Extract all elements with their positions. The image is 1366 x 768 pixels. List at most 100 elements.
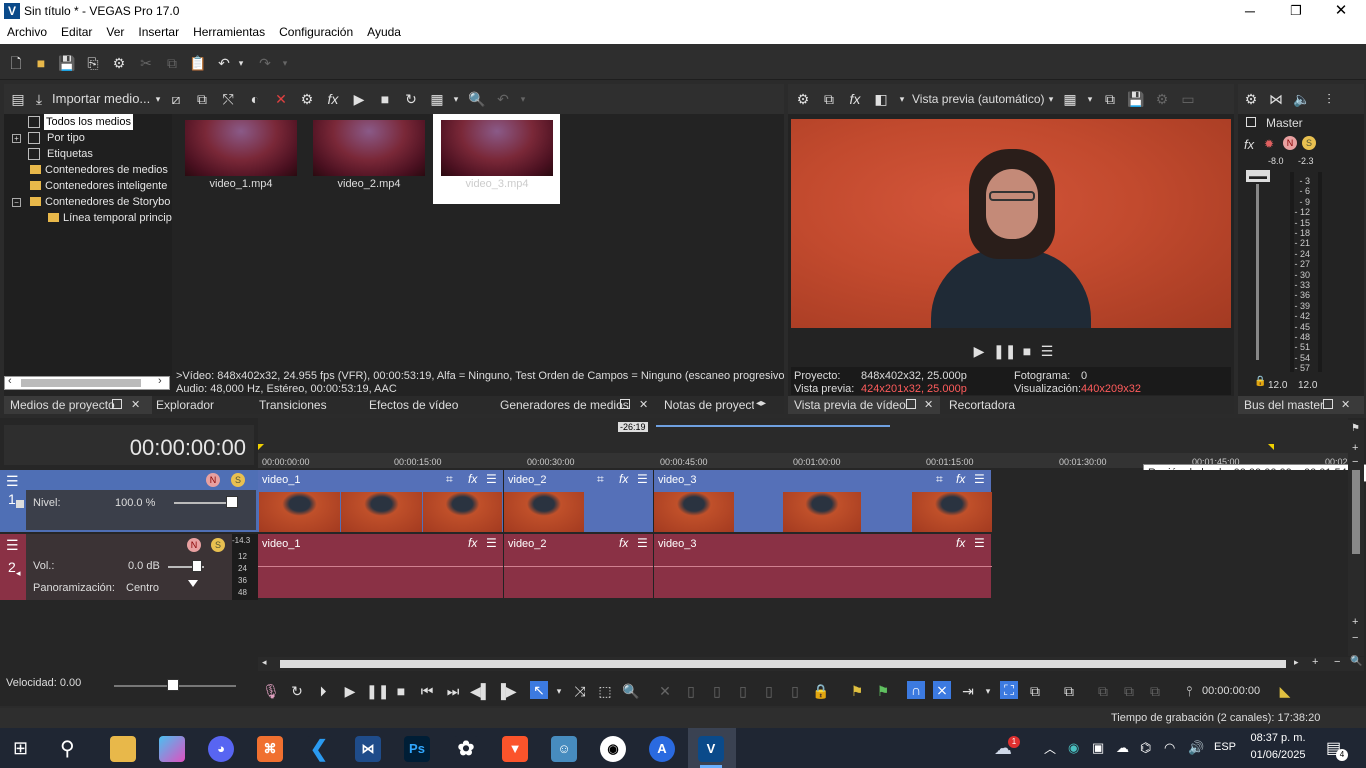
audio-clip-1[interactable]: video_1 fx ☰ — [258, 534, 503, 598]
overlays-icon[interactable]: ▦ — [1061, 90, 1079, 108]
ripple-dropdown-icon[interactable]: ▾ — [979, 682, 997, 700]
vscode-icon[interactable]: ❮ — [306, 736, 332, 762]
crop-icon[interactable]: ⌗ — [446, 472, 453, 487]
ripple-icon[interactable]: ⇥ — [959, 682, 977, 700]
onedrive-icon[interactable]: ☁ — [1116, 740, 1129, 756]
menu-archivo[interactable]: Archivo — [0, 22, 54, 39]
preview-external-icon[interactable]: ▭ — [1179, 90, 1197, 108]
copilot-icon[interactable] — [159, 736, 185, 762]
thumbnail-video-3[interactable] — [441, 120, 553, 176]
get-media-icon[interactable]: ⧉ — [193, 90, 211, 108]
track-solo-icon[interactable]: S — [231, 473, 245, 487]
tab-close-icon[interactable]: ✕ — [924, 398, 933, 411]
thumbnail-video-1[interactable] — [185, 120, 297, 176]
trim-icon[interactable]: ▯ — [682, 682, 700, 700]
properties-icon[interactable]: ⚙ — [298, 90, 316, 108]
cursor-icon[interactable]: ⫯ — [1180, 682, 1198, 700]
track-menu-icon[interactable]: ☰ — [6, 473, 19, 490]
marker-flag-icon[interactable]: ⚑ — [1351, 423, 1360, 434]
quality-dropdown-icon[interactable]: ▾ — [1042, 90, 1060, 108]
snapping-icon[interactable]: ∩ — [907, 681, 925, 699]
file-explorer-icon[interactable] — [110, 736, 136, 762]
zoom-tool-icon[interactable]: 🔍 — [1350, 656, 1362, 667]
menu-ayuda[interactable]: Ayuda — [360, 22, 408, 39]
auto-preview-icon[interactable]: ↻ — [402, 90, 420, 108]
app-icon[interactable]: A — [649, 736, 675, 762]
hscroll-thumb[interactable] — [280, 660, 1286, 668]
master-solo-icon[interactable]: S — [1302, 136, 1316, 150]
save-snapshot-icon[interactable]: 💾 — [1127, 90, 1145, 108]
video-clip-1[interactable]: video_1 ⌗ fx ☰ — [258, 470, 503, 532]
clip-menu-icon[interactable]: ☰ — [486, 472, 497, 486]
tab-maximize-icon[interactable] — [1323, 399, 1333, 409]
zoom-tool-icon[interactable]: 🔍 — [622, 682, 640, 700]
tab-scroll-icon[interactable]: ◂▸ — [756, 398, 766, 409]
level-slider-thumb[interactable] — [226, 496, 238, 508]
preview-device-icon[interactable]: ⧉ — [820, 90, 838, 108]
minimize-icon[interactable]: ─ — [1242, 0, 1258, 22]
vol-slider-thumb[interactable] — [192, 560, 202, 572]
edit-tool-dropdown-icon[interactable]: ▾ — [550, 682, 568, 700]
brave-icon[interactable]: ▼ — [502, 736, 528, 762]
master-lock-icon[interactable]: 🔒 — [1254, 376, 1266, 387]
windows-start-icon[interactable]: ⊞ — [13, 738, 33, 758]
tab-transitions[interactable]: Transiciones — [253, 396, 327, 414]
preview-settings-icon[interactable]: ⚙ — [794, 90, 812, 108]
event-pan-icon[interactable]: ⧉ — [1094, 682, 1112, 700]
undo-dropdown-icon[interactable]: ▾ — [232, 54, 250, 72]
godot-icon[interactable]: ☺ — [551, 736, 577, 762]
tab-maximize-icon[interactable] — [620, 399, 630, 409]
photoshop-icon[interactable]: Ps — [404, 736, 430, 762]
preview-play-icon[interactable]: ▶ — [350, 90, 368, 108]
copy-snapshot-icon[interactable]: ⧉ — [1101, 90, 1119, 108]
tab-maximize-icon[interactable] — [906, 399, 916, 409]
chatgpt-icon[interactable]: ✿ — [453, 736, 479, 762]
tab-maximize-icon[interactable] — [112, 399, 122, 409]
loop-region-bar[interactable] — [656, 425, 890, 427]
redo-dropdown-icon[interactable]: ▾ — [276, 54, 294, 72]
mixer-icon[interactable]: ⫶ — [1320, 90, 1338, 108]
language-indicator[interactable]: ESP — [1214, 741, 1236, 753]
scroll-right-icon[interactable]: › — [158, 375, 162, 387]
paste-icon[interactable]: 📋 — [189, 54, 207, 72]
tray-usb-icon[interactable]: ⌬ — [1140, 740, 1151, 756]
xampp-icon[interactable]: ⌘ — [257, 736, 283, 762]
tray-app-icon[interactable]: ◉ — [1068, 740, 1079, 756]
tree-item-smart-bins[interactable]: Contenedores inteligente — [30, 178, 167, 194]
overlays-dropdown-icon[interactable]: ▾ — [1081, 90, 1099, 108]
thumbnail-video-2[interactable] — [313, 120, 425, 176]
github-icon[interactable]: ◉ — [600, 736, 626, 762]
preview-menu-icon[interactable]: ☰ — [1038, 342, 1056, 360]
record-icon[interactable]: 🎙 — [262, 682, 280, 700]
event-crop-icon[interactable]: ⧉ — [1146, 682, 1164, 700]
import-media-icon[interactable]: ⤓ — [30, 90, 48, 108]
preview-stop-icon[interactable]: ■ — [376, 90, 394, 108]
vscroll-thumb[interactable] — [1352, 470, 1360, 554]
expand-icon[interactable]: + — [12, 134, 21, 143]
split-dropdown-icon[interactable]: ▾ — [893, 90, 911, 108]
clip-menu-icon[interactable]: ☰ — [637, 472, 648, 486]
split2-icon[interactable]: ▯ — [786, 682, 804, 700]
zoom-out-icon[interactable]: − — [1352, 456, 1358, 468]
trim-end-icon[interactable]: ▯ — [734, 682, 752, 700]
master-mute-icon[interactable]: N — [1283, 136, 1297, 150]
region-icon[interactable]: ⚑ — [874, 682, 892, 700]
compositing-icon[interactable] — [16, 500, 24, 508]
track-motion-icon[interactable]: ⧉ — [1060, 682, 1078, 700]
audio-clip-2[interactable]: video_2 fx ☰ — [503, 534, 654, 598]
tab-project-notes[interactable]: Notas de proyecto — [658, 396, 754, 414]
scroll-right-icon[interactable]: ▸ — [1294, 657, 1299, 668]
video-clip-3[interactable]: video_3 ⌗ fx ☰ — [653, 470, 992, 532]
open-folder-icon[interactable]: ■ — [32, 54, 50, 72]
clock-time[interactable]: 08:37 p. m. — [1248, 732, 1308, 744]
timeline-vscroll[interactable]: ⚑ + − + − — [1348, 420, 1364, 656]
ignore-grouping-icon[interactable]: ⧉ — [1026, 682, 1044, 700]
tab-explorer[interactable]: Explorador — [150, 396, 214, 414]
tree-item-media-bins[interactable]: Contenedores de medios — [30, 162, 168, 178]
zoom-out-icon[interactable]: − — [1352, 632, 1358, 644]
loop-icon[interactable]: ↻ — [288, 682, 306, 700]
tab-close-icon[interactable]: ✕ — [131, 398, 140, 411]
preview-pause-button[interactable]: ❚❚ — [993, 342, 1016, 360]
tab-video-preview[interactable]: Vista previa de vídeo — [788, 396, 940, 414]
tray-meet-icon[interactable]: ▣ — [1092, 740, 1104, 756]
